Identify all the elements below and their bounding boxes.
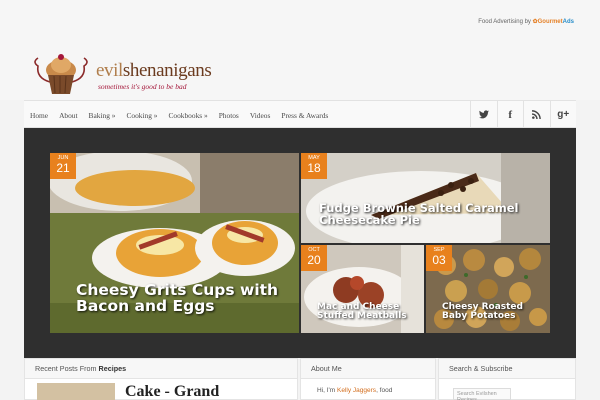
site-logo[interactable]: evilshenanigans sometimes it's good to b… [28,46,228,98]
featured-post-title: Mac and Cheese Stuffed Meatballs [317,302,407,322]
date-badge: MAY 18 [301,153,327,179]
search-input[interactable]: Search Evilshen Recipes [453,388,511,400]
site-title: evilshenanigans [96,60,212,81]
facebook-icon[interactable]: f [496,101,524,128]
widget-row: Recent Posts From Recipes Cake - Grand Ab… [24,358,576,400]
ad-credit[interactable]: Food Advertising by ✿GourmetAds [478,18,574,25]
site-tagline: sometimes it's good to be bad [98,82,187,91]
category-name: Recipes [98,364,127,373]
nav-menu: Home About Baking » Cooking » Cookbooks … [30,101,339,129]
nav-about[interactable]: About [59,111,77,120]
featured-post-title: Cheesy Roasted Baby Potatoes [442,302,523,322]
author-link[interactable]: Kelly Jaggers [337,387,376,394]
google-plus-icon[interactable]: g+ [549,101,577,128]
widget-title: About Me [301,359,435,379]
nav-videos[interactable]: Videos [250,111,271,120]
featured-post-bottom-left[interactable]: OCT 20 Mac and Cheese Stuffed Meatballs [301,245,424,333]
about-text: Hi, I'm Kelly Jaggers, food [317,387,393,394]
recent-post-title[interactable]: Cake - Grand [125,383,219,400]
cupcake-logo-icon [34,54,88,94]
twitter-icon[interactable] [470,101,497,128]
nav-press-awards[interactable]: Press & Awards [281,111,328,120]
date-badge: JUN 21 [50,153,76,179]
featured-image [301,153,550,243]
rss-icon[interactable] [523,101,550,128]
nav-baking[interactable]: Baking » [89,111,116,120]
widget-title: Search & Subscribe [439,359,575,379]
recent-posts-widget: Recent Posts From Recipes Cake - Grand [24,358,298,400]
search-subscribe-widget: Search & Subscribe Search Evilshen Recip… [438,358,576,400]
date-badge: SEP 03 [426,245,452,271]
featured-post-top-right[interactable]: MAY 18 Fudge Brownie Salted Caramel Chees… [301,153,550,243]
post-thumbnail[interactable] [37,383,115,400]
gourmetads-logo[interactable]: ✿GourmetAds [533,19,574,25]
nav-home[interactable]: Home [30,111,48,120]
social-links: f g+ [470,101,576,128]
date-badge: OCT 20 [301,245,327,271]
featured-post-bottom-right[interactable]: SEP 03 Cheesy Roasted Baby Potatoes [426,245,550,333]
featured-post-large[interactable]: JUN 21 Cheesy Grits Cups with Bacon and E… [50,153,299,333]
about-widget: About Me Hi, I'm Kelly Jaggers, food [300,358,436,400]
ad-label: Food Advertising by [478,19,531,25]
main-nav: Home About Baking » Cooking » Cookbooks … [24,100,576,128]
featured-post-title: Cheesy Grits Cups with Bacon and Eggs [76,281,279,315]
nav-cooking[interactable]: Cooking » [126,111,157,120]
widget-title: Recent Posts From Recipes [25,359,297,379]
nav-photos[interactable]: Photos [219,111,239,120]
featured-post-title: Fudge Brownie Salted Caramel Cheesecake … [319,201,519,227]
nav-cookbooks[interactable]: Cookbooks » [168,111,207,120]
featured-slider: JUN 21 Cheesy Grits Cups with Bacon and E… [24,128,576,358]
